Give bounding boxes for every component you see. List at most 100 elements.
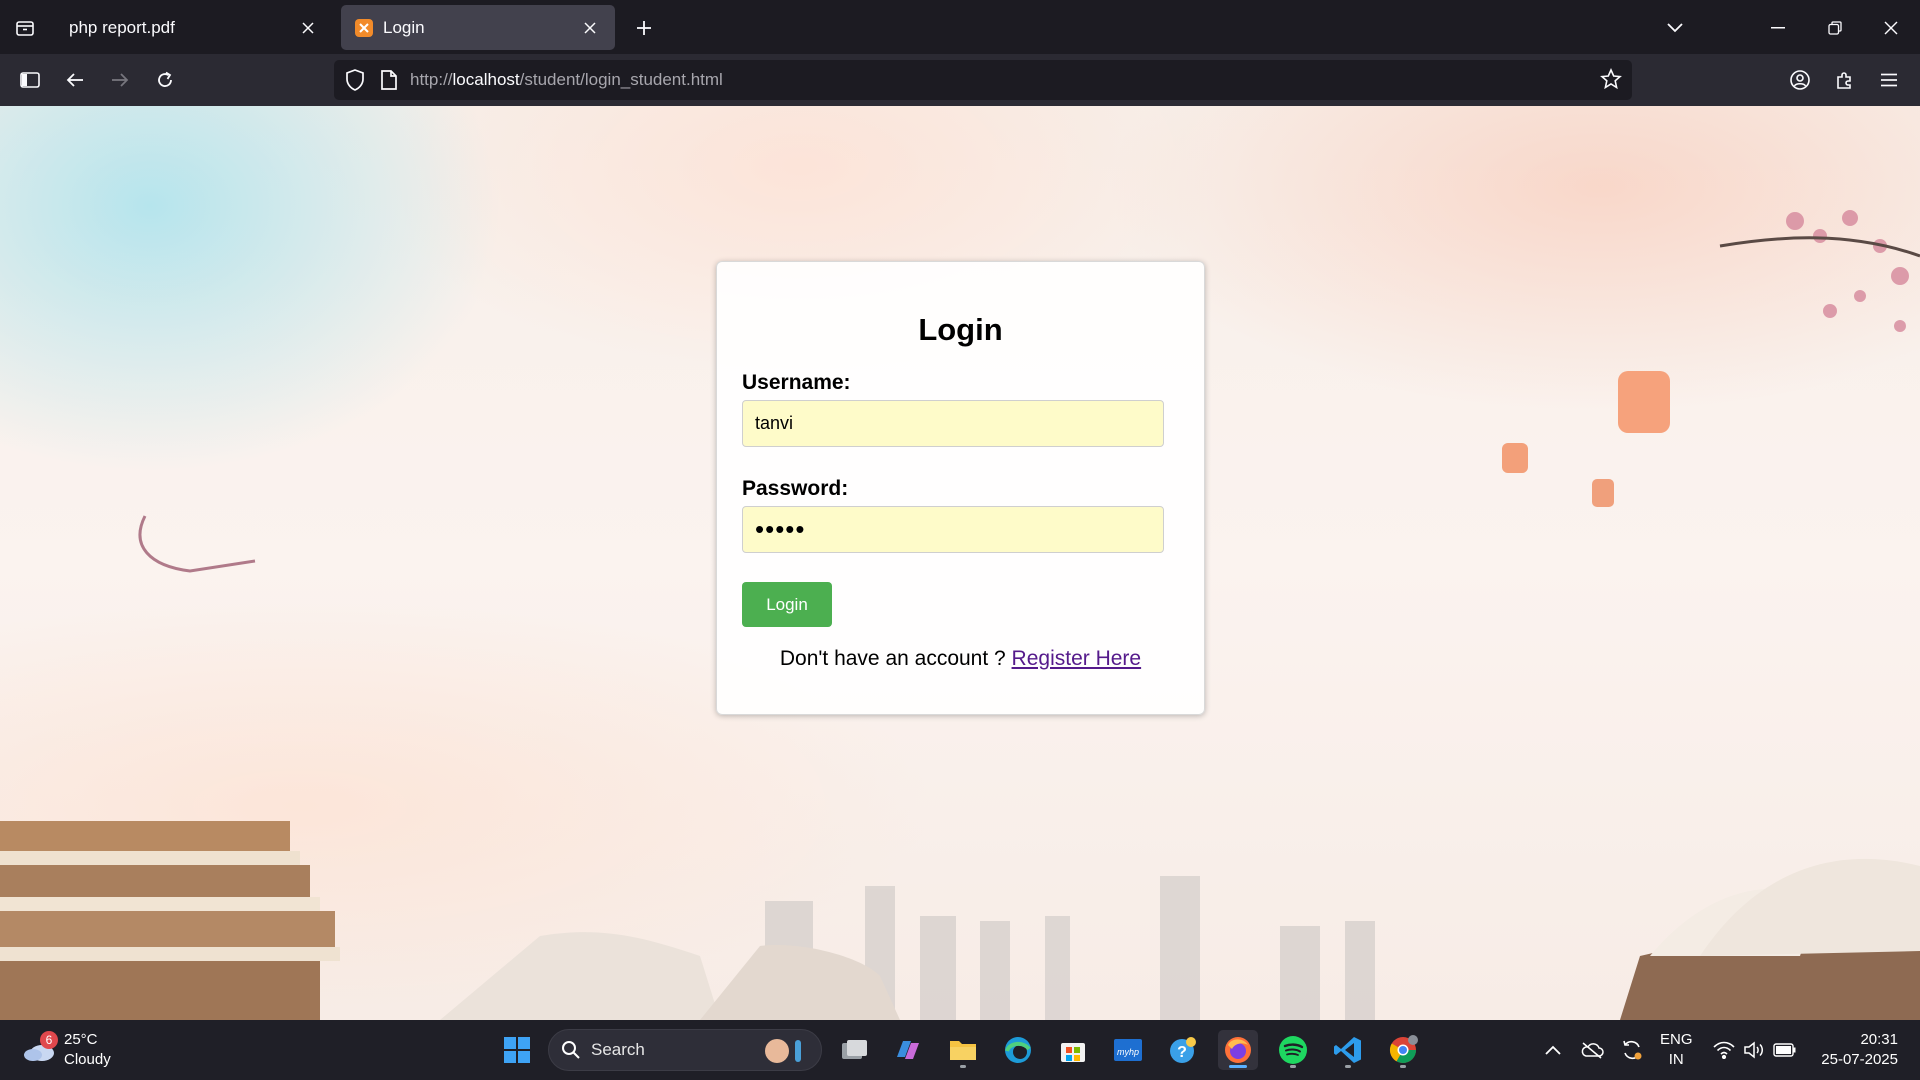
- tab-list-button[interactable]: [8, 11, 42, 45]
- task-view-button[interactable]: [834, 1030, 874, 1070]
- cloud-weather-icon: 6: [22, 1031, 58, 1063]
- spotify-icon: [1279, 1036, 1307, 1064]
- weather-badge: 6: [40, 1031, 58, 1049]
- password-label: Password:: [742, 477, 849, 500]
- login-button[interactable]: Login: [742, 582, 832, 627]
- help-icon: ?: [1170, 1037, 1196, 1063]
- new-tab-button[interactable]: [628, 12, 660, 44]
- help-button[interactable]: ?: [1163, 1030, 1203, 1070]
- taskbar-search-box[interactable]: Search: [548, 1029, 822, 1071]
- chevron-up-icon: [1545, 1045, 1561, 1055]
- register-link[interactable]: Register Here: [1012, 647, 1142, 670]
- running-indicator: [1229, 1065, 1247, 1068]
- spotify-button[interactable]: [1273, 1030, 1313, 1070]
- clock-time: 20:31: [1860, 1031, 1898, 1048]
- chevron-down-icon: [1667, 23, 1683, 33]
- tab-title: php report.pdf: [69, 17, 175, 37]
- copilot-icon: [897, 1041, 919, 1059]
- arrow-left-icon: [66, 73, 83, 87]
- weather-condition: Cloudy: [64, 1051, 111, 1068]
- page-viewport: Login Username: tanvi Password: ••••• Lo…: [0, 106, 1920, 1020]
- firefox-icon: [1225, 1037, 1251, 1063]
- list-all-tabs-button[interactable]: [1655, 10, 1695, 46]
- sync-button[interactable]: [1612, 1030, 1652, 1070]
- restore-button[interactable]: [1815, 10, 1855, 46]
- account-icon: [1790, 70, 1810, 90]
- address-bar[interactable]: http://localhost/student/login_student.h…: [334, 60, 1632, 100]
- username-label: Username:: [742, 371, 851, 394]
- chrome-icon: [1389, 1035, 1418, 1064]
- task-view-icon: [842, 1040, 867, 1059]
- tab-php-report[interactable]: php report.pdf: [55, 5, 333, 50]
- vscode-icon: [1334, 1037, 1361, 1063]
- windows-logo-icon: [504, 1037, 530, 1063]
- tab-strip: php report.pdf Login: [0, 0, 1920, 54]
- vscode-button[interactable]: [1328, 1030, 1368, 1070]
- close-icon: [584, 21, 596, 34]
- copilot-button[interactable]: [888, 1030, 928, 1070]
- weather-temperature: 25°C: [64, 1031, 98, 1048]
- clock[interactable]: 20:31 25-07-2025: [1812, 1030, 1898, 1070]
- close-window-button[interactable]: [1871, 10, 1911, 46]
- start-button[interactable]: [497, 1030, 537, 1070]
- url-text[interactable]: http://localhost/student/login_student.h…: [410, 70, 723, 90]
- running-indicator: [1290, 1065, 1296, 1068]
- show-hidden-icons-button[interactable]: [1533, 1030, 1573, 1070]
- weather-widget[interactable]: 6 25°C Cloudy: [22, 1030, 111, 1070]
- account-button[interactable]: [1782, 62, 1818, 98]
- edge-button[interactable]: [998, 1030, 1038, 1070]
- sync-icon: [1623, 1040, 1642, 1060]
- running-indicator: [1345, 1065, 1351, 1068]
- close-tab-button[interactable]: [579, 17, 601, 39]
- login-heading: Login: [918, 312, 1003, 347]
- close-tab-button[interactable]: [297, 17, 319, 39]
- register-prompt: Don't have an account ? Register Here: [717, 647, 1204, 671]
- navigation-toolbar: http://localhost/student/login_student.h…: [0, 54, 1920, 106]
- firefox-button[interactable]: [1218, 1030, 1258, 1070]
- taskbar: 6 25°C Cloudy Search myhp ? ENG IN 20:31…: [0, 1020, 1920, 1080]
- shield-icon[interactable]: [344, 68, 366, 92]
- minimize-button[interactable]: [1758, 10, 1798, 46]
- restore-icon: [1828, 21, 1842, 35]
- plus-icon: [637, 21, 651, 35]
- search-icon: [562, 1041, 580, 1059]
- page-icon[interactable]: [380, 69, 398, 91]
- password-input[interactable]: •••••: [742, 506, 1164, 553]
- tab-login[interactable]: Login: [341, 5, 615, 50]
- svg-text:myhp: myhp: [1117, 1047, 1139, 1057]
- reload-button[interactable]: [147, 62, 183, 98]
- sidebar-toggle-button[interactable]: [12, 62, 48, 98]
- chrome-button[interactable]: [1383, 1030, 1423, 1070]
- menu-button[interactable]: [1871, 62, 1907, 98]
- battery-icon: [1773, 1043, 1796, 1057]
- close-icon: [302, 21, 314, 34]
- bookmark-star-icon[interactable]: [1600, 68, 1622, 90]
- myhp-icon: myhp: [1114, 1039, 1142, 1061]
- myhp-button[interactable]: myhp: [1108, 1030, 1148, 1070]
- clock-date: 25-07-2025: [1821, 1051, 1898, 1068]
- wifi-icon: [1713, 1041, 1735, 1059]
- close-icon: [1884, 21, 1898, 35]
- file-explorer-button[interactable]: [943, 1030, 983, 1070]
- search-highlight-icon: [765, 1039, 801, 1063]
- tab-title: Login: [383, 17, 425, 37]
- edge-icon: [1005, 1037, 1031, 1063]
- xampp-favicon-icon: [355, 18, 373, 37]
- back-button[interactable]: [57, 62, 93, 98]
- register-prompt-text: Don't have an account ?: [779, 647, 1012, 670]
- running-indicator: [1400, 1065, 1406, 1068]
- hamburger-menu-icon: [1881, 73, 1897, 87]
- reload-icon: [158, 71, 172, 87]
- username-input[interactable]: tanvi: [742, 400, 1164, 447]
- forward-button[interactable]: [102, 62, 138, 98]
- running-indicator: [960, 1065, 966, 1068]
- language-line1: ENG: [1660, 1031, 1693, 1048]
- quick-settings-button[interactable]: [1705, 1030, 1805, 1070]
- language-indicator[interactable]: ENG IN: [1660, 1030, 1693, 1070]
- extensions-button[interactable]: [1827, 62, 1863, 98]
- microsoft-store-button[interactable]: [1053, 1030, 1093, 1070]
- minimize-icon: [1771, 27, 1785, 29]
- volume-icon: [1744, 1041, 1763, 1059]
- login-form-card: Login Username: tanvi Password: ••••• Lo…: [716, 261, 1205, 715]
- onedrive-button[interactable]: [1572, 1030, 1612, 1070]
